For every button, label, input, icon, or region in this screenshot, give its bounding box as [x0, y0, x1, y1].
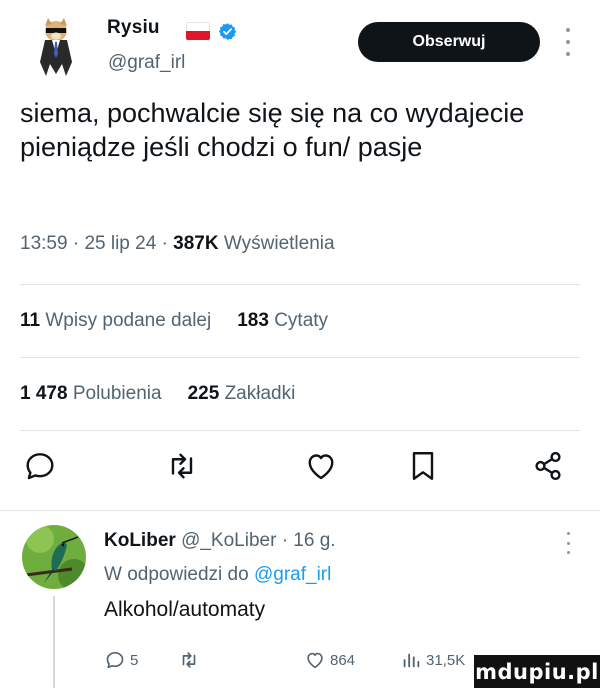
reply-like-button[interactable]: 864	[304, 648, 355, 672]
reply-author-handle[interactable]: @_KoLiber	[181, 530, 276, 551]
reply-more-options-icon[interactable]	[560, 532, 576, 554]
reply-repost-button[interactable]	[178, 648, 200, 672]
more-options-icon[interactable]	[560, 28, 576, 56]
reply-to-prefix: W odpowiedzi do	[104, 564, 249, 585]
verified-badge-icon	[218, 22, 237, 41]
poland-flag-icon	[186, 22, 210, 40]
meta-separator: ·	[72, 233, 80, 254]
bookmarks-count: 225	[187, 383, 220, 404]
reply-avatar[interactable]	[22, 525, 86, 589]
divider	[20, 357, 580, 358]
reply-text: Alkohol/automaty	[104, 598, 266, 621]
author-name[interactable]: Rysiu	[107, 17, 160, 39]
like-icon	[307, 652, 323, 669]
reply-icon[interactable]	[22, 448, 58, 484]
tweet-meta: 13:59 · 25 lip 24 · 387K Wyświetlenia	[20, 233, 335, 255]
views-count: 387K	[173, 233, 219, 254]
likes-stat[interactable]: 1 478 Polubienia	[20, 383, 162, 404]
views-icon	[403, 653, 420, 668]
quotes-label: Cytaty	[274, 310, 329, 331]
repost-icon	[182, 652, 196, 668]
tweet-actions	[0, 440, 600, 490]
stats-row-1: 11 Wpisy podane dalej 183 Cytaty	[20, 310, 328, 332]
like-icon[interactable]	[303, 448, 339, 484]
reply-replies-count: 5	[130, 651, 139, 669]
reposts-label: Wpisy podane dalej	[45, 310, 212, 331]
reply-views-count: 31,5K	[426, 651, 466, 669]
reply-likes-count: 864	[330, 651, 356, 669]
meta-separator: ·	[161, 233, 168, 254]
reply-to-line: W odpowiedzi do @graf_irl	[104, 564, 331, 586]
likes-label: Polubienia	[72, 383, 162, 404]
reposts-stat[interactable]: 11 Wpisy podane dalej	[20, 310, 211, 331]
author-handle[interactable]: @graf_irl	[108, 52, 185, 74]
repost-icon[interactable]	[164, 448, 200, 484]
reply-to-handle[interactable]: @graf_irl	[254, 564, 331, 585]
reply-author-name[interactable]: KoLiber	[104, 530, 176, 551]
likes-count: 1 478	[20, 383, 68, 404]
tweet-date[interactable]: 25 lip 24	[84, 233, 156, 254]
reply-reply-button[interactable]: 5	[104, 648, 138, 672]
reply-views-button[interactable]: 31,5K	[400, 648, 465, 672]
stats-row-2: 1 478 Polubienia 225 Zakładki	[20, 383, 295, 405]
bookmarks-stat[interactable]: 225 Zakładki	[188, 383, 296, 404]
reposts-count: 11	[20, 310, 41, 331]
reply-header: KoLiber @_KoLiber · 16 g.	[104, 530, 336, 552]
bookmark-icon[interactable]	[405, 448, 441, 484]
tweet-time[interactable]: 13:59	[20, 233, 68, 254]
meta-separator: ·	[281, 530, 289, 551]
divider	[20, 284, 580, 285]
reply-icon	[106, 652, 124, 669]
bookmarks-label: Zakładki	[224, 383, 296, 404]
divider	[0, 510, 600, 511]
watermark-logo: mdupiu.pl	[474, 655, 600, 688]
quotes-count: 183	[237, 310, 269, 331]
reply-age[interactable]: 16 g.	[293, 530, 335, 551]
thread-line	[53, 596, 55, 688]
tweet-text: siema, pochwalcie się się na co wydajeci…	[20, 98, 525, 162]
share-icon[interactable]	[530, 448, 566, 484]
author-avatar[interactable]	[32, 14, 80, 80]
quotes-stat[interactable]: 183 Cytaty	[237, 310, 328, 331]
follow-button[interactable]: Obserwuj	[358, 22, 540, 62]
views-label: Wyświetlenia	[223, 233, 335, 254]
divider	[20, 430, 580, 431]
